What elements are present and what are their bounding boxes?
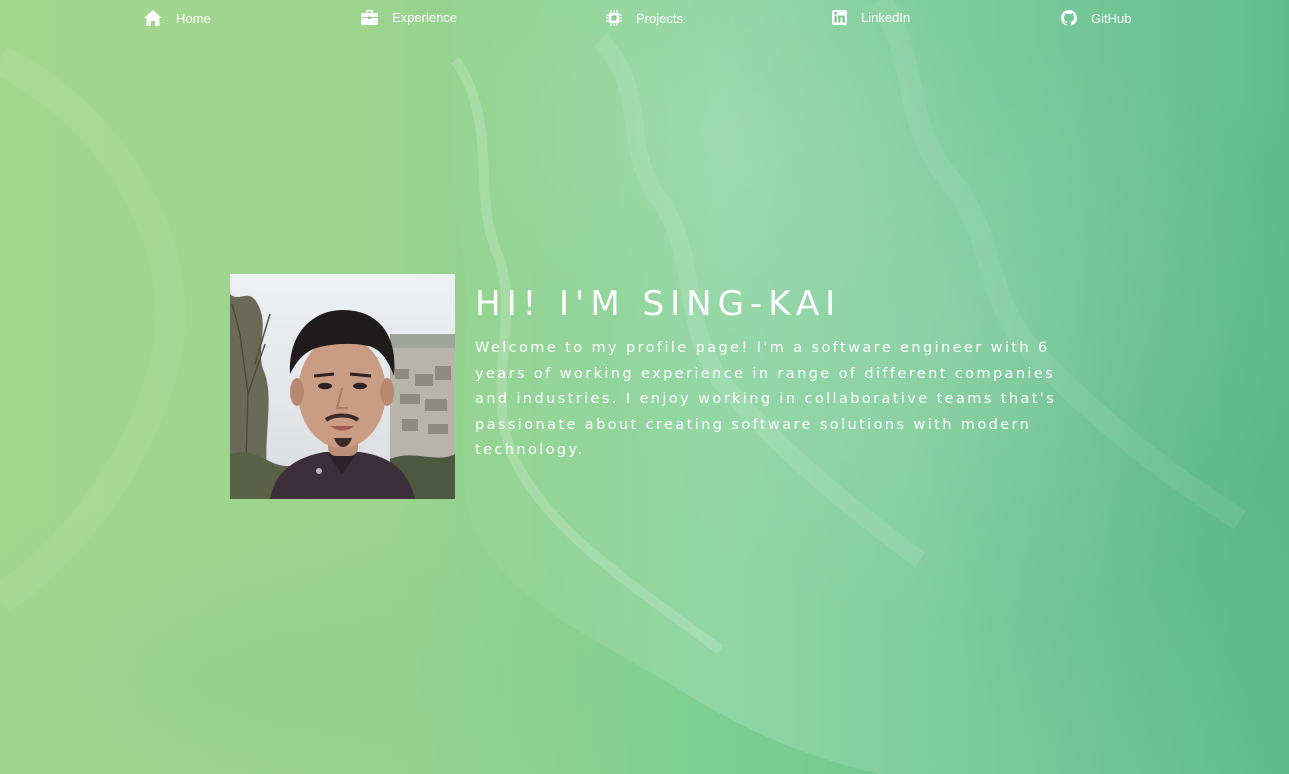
linkedin-icon [832, 10, 847, 25]
top-navigation: Home Experience Projects LinkedIn GitHub [0, 0, 1289, 40]
nav-item-experience-label: Experience [392, 10, 458, 25]
nav-item-projects-label: Projects [636, 10, 683, 26]
nav-item-linkedin-label: LinkedIn [861, 10, 911, 25]
github-icon [1061, 10, 1077, 26]
profile-photo [230, 274, 455, 499]
nav-item-github[interactable]: GitHub [1061, 10, 1131, 26]
nav-item-github-label: GitHub [1091, 10, 1132, 26]
chip-icon [606, 10, 622, 26]
hero-section: HI! I'M SING-KAI Welcome to my profile p… [230, 274, 1090, 499]
briefcase-icon [361, 10, 378, 25]
nav-item-experience[interactable]: Experience [361, 10, 457, 25]
profile-page: Home Experience Projects LinkedIn GitHub [0, 0, 1289, 774]
hero-text-block: HI! I'M SING-KAI Welcome to my profile p… [475, 282, 1081, 464]
hero-intro-paragraph: Welcome to my profile page! I'm a softwa… [475, 340, 1057, 458]
home-icon [144, 10, 162, 26]
nav-item-projects[interactable]: Projects [606, 10, 683, 26]
nav-item-home-label: Home [176, 10, 211, 26]
profile-portrait-illustration [230, 274, 455, 499]
nav-item-home[interactable]: Home [144, 10, 211, 26]
nav-item-linkedin[interactable]: LinkedIn [832, 10, 910, 25]
hero-title: HI! I'M SING-KAI [475, 284, 842, 324]
